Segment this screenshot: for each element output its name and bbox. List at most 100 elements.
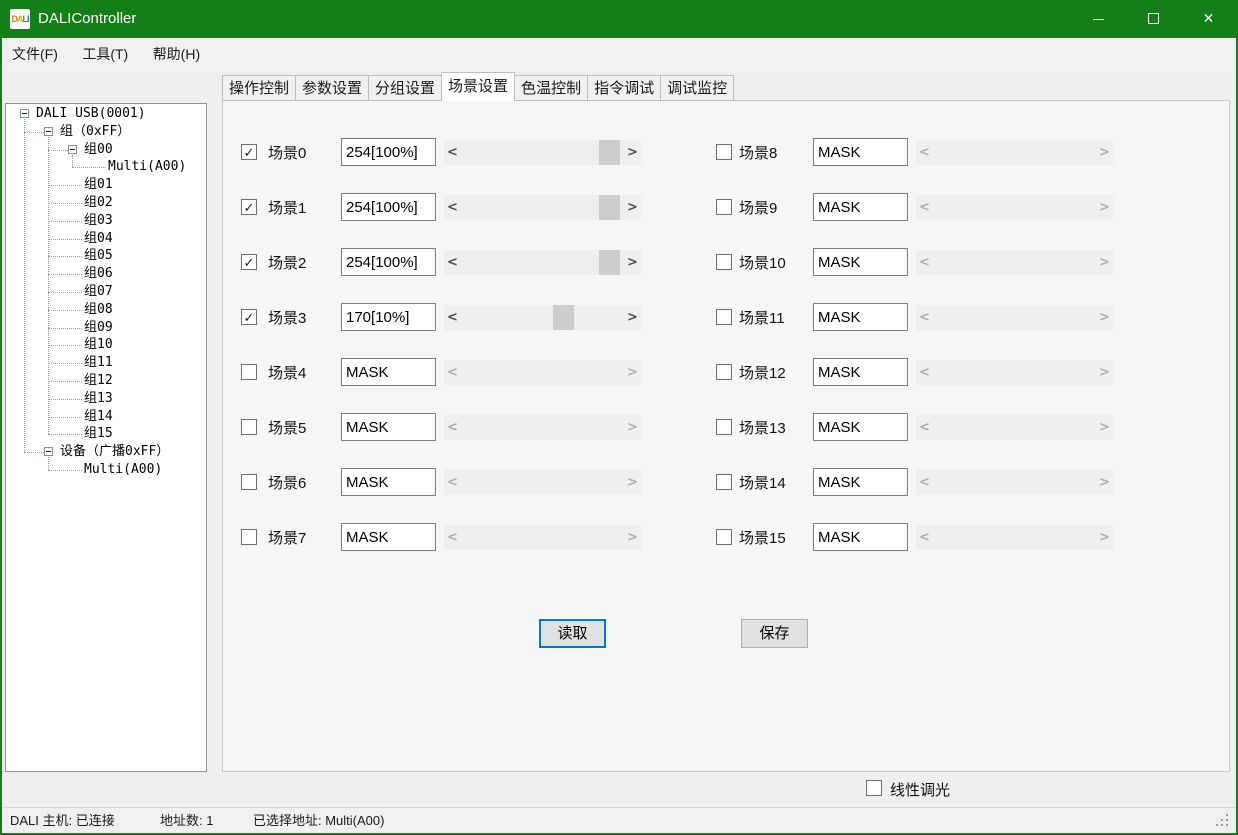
slider-left-arrow-icon[interactable]: < [916, 360, 933, 385]
tree-item[interactable]: Multi(A00) [6, 158, 206, 176]
tree-item[interactable]: 组07 [6, 283, 206, 301]
slider-right-arrow-icon[interactable]: > [1096, 140, 1113, 165]
scene-checkbox[interactable] [716, 529, 732, 545]
scene-checkbox[interactable] [716, 419, 732, 435]
tree-item-label[interactable]: 组11 [84, 354, 113, 372]
slider-left-arrow-icon[interactable]: < [916, 250, 933, 275]
tree-item-label[interactable]: 组14 [84, 408, 113, 426]
tree-item[interactable]: 组04 [6, 230, 206, 248]
tree-item-label[interactable]: 组12 [84, 372, 113, 390]
tree-item-label[interactable]: 组08 [84, 301, 113, 319]
slider-right-arrow-icon[interactable]: > [1096, 195, 1113, 220]
tree-collapse-icon[interactable] [44, 447, 53, 456]
tree-collapse-icon[interactable] [20, 109, 29, 118]
scene-level-slider[interactable]: <> [916, 470, 1113, 495]
slider-right-arrow-icon[interactable]: > [1096, 415, 1113, 440]
tree-item[interactable]: 设备（广播0xFF） [6, 443, 206, 461]
tree-item-label[interactable]: 组05 [84, 247, 113, 265]
tree-item-label[interactable]: 组03 [84, 212, 113, 230]
slider-right-arrow-icon[interactable]: > [1096, 360, 1113, 385]
minimize-button[interactable] [1071, 0, 1126, 38]
tab-5[interactable]: 色温控制 [514, 75, 588, 101]
tab-6[interactable]: 指令调试 [587, 75, 661, 101]
scene-value-input[interactable] [813, 523, 908, 551]
tree-item-label[interactable]: 组07 [84, 283, 113, 301]
scene-value-input[interactable] [813, 413, 908, 441]
tree-item[interactable]: 组（0xFF） [6, 123, 206, 141]
tree-item[interactable]: 组00 [6, 141, 206, 159]
tree-item-label[interactable]: 组（0xFF） [60, 123, 130, 141]
scene-checkbox[interactable] [716, 144, 732, 160]
menu-tools[interactable]: 工具(T) [73, 38, 137, 70]
tree-item-label[interactable]: 组13 [84, 390, 113, 408]
tree-item-label[interactable]: Multi(A00) [84, 461, 162, 479]
scene-checkbox[interactable] [716, 254, 732, 270]
slider-right-arrow-icon[interactable]: > [1096, 250, 1113, 275]
linear-dimming-checkbox[interactable] [866, 780, 882, 796]
tree-collapse-icon[interactable] [68, 145, 77, 154]
scene-value-input[interactable] [813, 303, 908, 331]
tree-item[interactable]: 组13 [6, 390, 206, 408]
scene-level-slider[interactable]: <> [916, 195, 1113, 220]
tab-2[interactable]: 参数设置 [295, 75, 369, 101]
scene-value-input[interactable] [813, 358, 908, 386]
scene-checkbox[interactable] [716, 309, 732, 325]
slider-left-arrow-icon[interactable]: < [916, 195, 933, 220]
tree-item[interactable]: 组08 [6, 301, 206, 319]
scene-value-input[interactable] [813, 248, 908, 276]
slider-right-arrow-icon[interactable]: > [1096, 305, 1113, 330]
device-tree[interactable]: DALI USB(0001)组（0xFF）组00Multi(A00)组01组02… [5, 103, 207, 772]
resize-grip-icon[interactable] [1226, 824, 1228, 826]
slider-left-arrow-icon[interactable]: < [916, 140, 933, 165]
tree-item[interactable]: 组10 [6, 336, 206, 354]
tree-item-label[interactable]: 设备（广播0xFF） [60, 443, 169, 461]
tree-item[interactable]: 组03 [6, 212, 206, 230]
scene-level-slider[interactable]: <> [916, 140, 1113, 165]
tree-item-label[interactable]: 组02 [84, 194, 113, 212]
menu-help[interactable]: 帮助(H) [144, 38, 209, 70]
tree-item-label[interactable]: Multi(A00) [108, 158, 186, 176]
tree-item[interactable]: 组11 [6, 354, 206, 372]
slider-left-arrow-icon[interactable]: < [916, 525, 933, 550]
tree-item[interactable]: 组06 [6, 265, 206, 283]
tree-item[interactable]: Multi(A00) [6, 461, 206, 479]
tree-item-label[interactable]: 组01 [84, 176, 113, 194]
tree-item[interactable]: 组01 [6, 176, 206, 194]
tree-item[interactable]: 组15 [6, 425, 206, 443]
tree-item-label[interactable]: 组09 [84, 319, 113, 337]
slider-left-arrow-icon[interactable]: < [916, 415, 933, 440]
read-button[interactable]: 读取 [539, 619, 606, 648]
tree-item[interactable]: 组05 [6, 247, 206, 265]
tree-item[interactable]: 组12 [6, 372, 206, 390]
tree-item-label[interactable]: 组04 [84, 230, 113, 248]
scene-value-input[interactable] [813, 138, 908, 166]
save-button[interactable]: 保存 [741, 619, 808, 648]
tree-item-label[interactable]: DALI USB(0001) [36, 105, 146, 123]
tree-collapse-icon[interactable] [44, 127, 53, 136]
slider-right-arrow-icon[interactable]: > [1096, 470, 1113, 495]
slider-right-arrow-icon[interactable]: > [1096, 525, 1113, 550]
tree-item[interactable]: 组09 [6, 319, 206, 337]
scene-value-input[interactable] [813, 193, 908, 221]
scene-checkbox[interactable] [716, 199, 732, 215]
scene-value-input[interactable] [813, 468, 908, 496]
tree-item[interactable]: DALI USB(0001) [6, 105, 206, 123]
scene-level-slider[interactable]: <> [916, 250, 1113, 275]
tree-item-label[interactable]: 组06 [84, 265, 113, 283]
tab-4[interactable]: 场景设置 [441, 72, 515, 101]
tree-item-label[interactable]: 组00 [84, 141, 113, 159]
tree-item[interactable]: 组14 [6, 408, 206, 426]
scene-checkbox[interactable] [716, 474, 732, 490]
tree-item[interactable]: 组02 [6, 194, 206, 212]
slider-left-arrow-icon[interactable]: < [916, 470, 933, 495]
scene-checkbox[interactable] [716, 364, 732, 380]
tree-item-label[interactable]: 组10 [84, 336, 113, 354]
scene-level-slider[interactable]: <> [916, 525, 1113, 550]
scene-level-slider[interactable]: <> [916, 415, 1113, 440]
tab-1[interactable]: 操作控制 [222, 75, 296, 101]
close-button[interactable]: ✕ [1181, 0, 1236, 38]
menu-file[interactable]: 文件(F) [3, 38, 67, 70]
scene-level-slider[interactable]: <> [916, 305, 1113, 330]
tab-3[interactable]: 分组设置 [368, 75, 442, 101]
maximize-button[interactable] [1126, 0, 1181, 38]
